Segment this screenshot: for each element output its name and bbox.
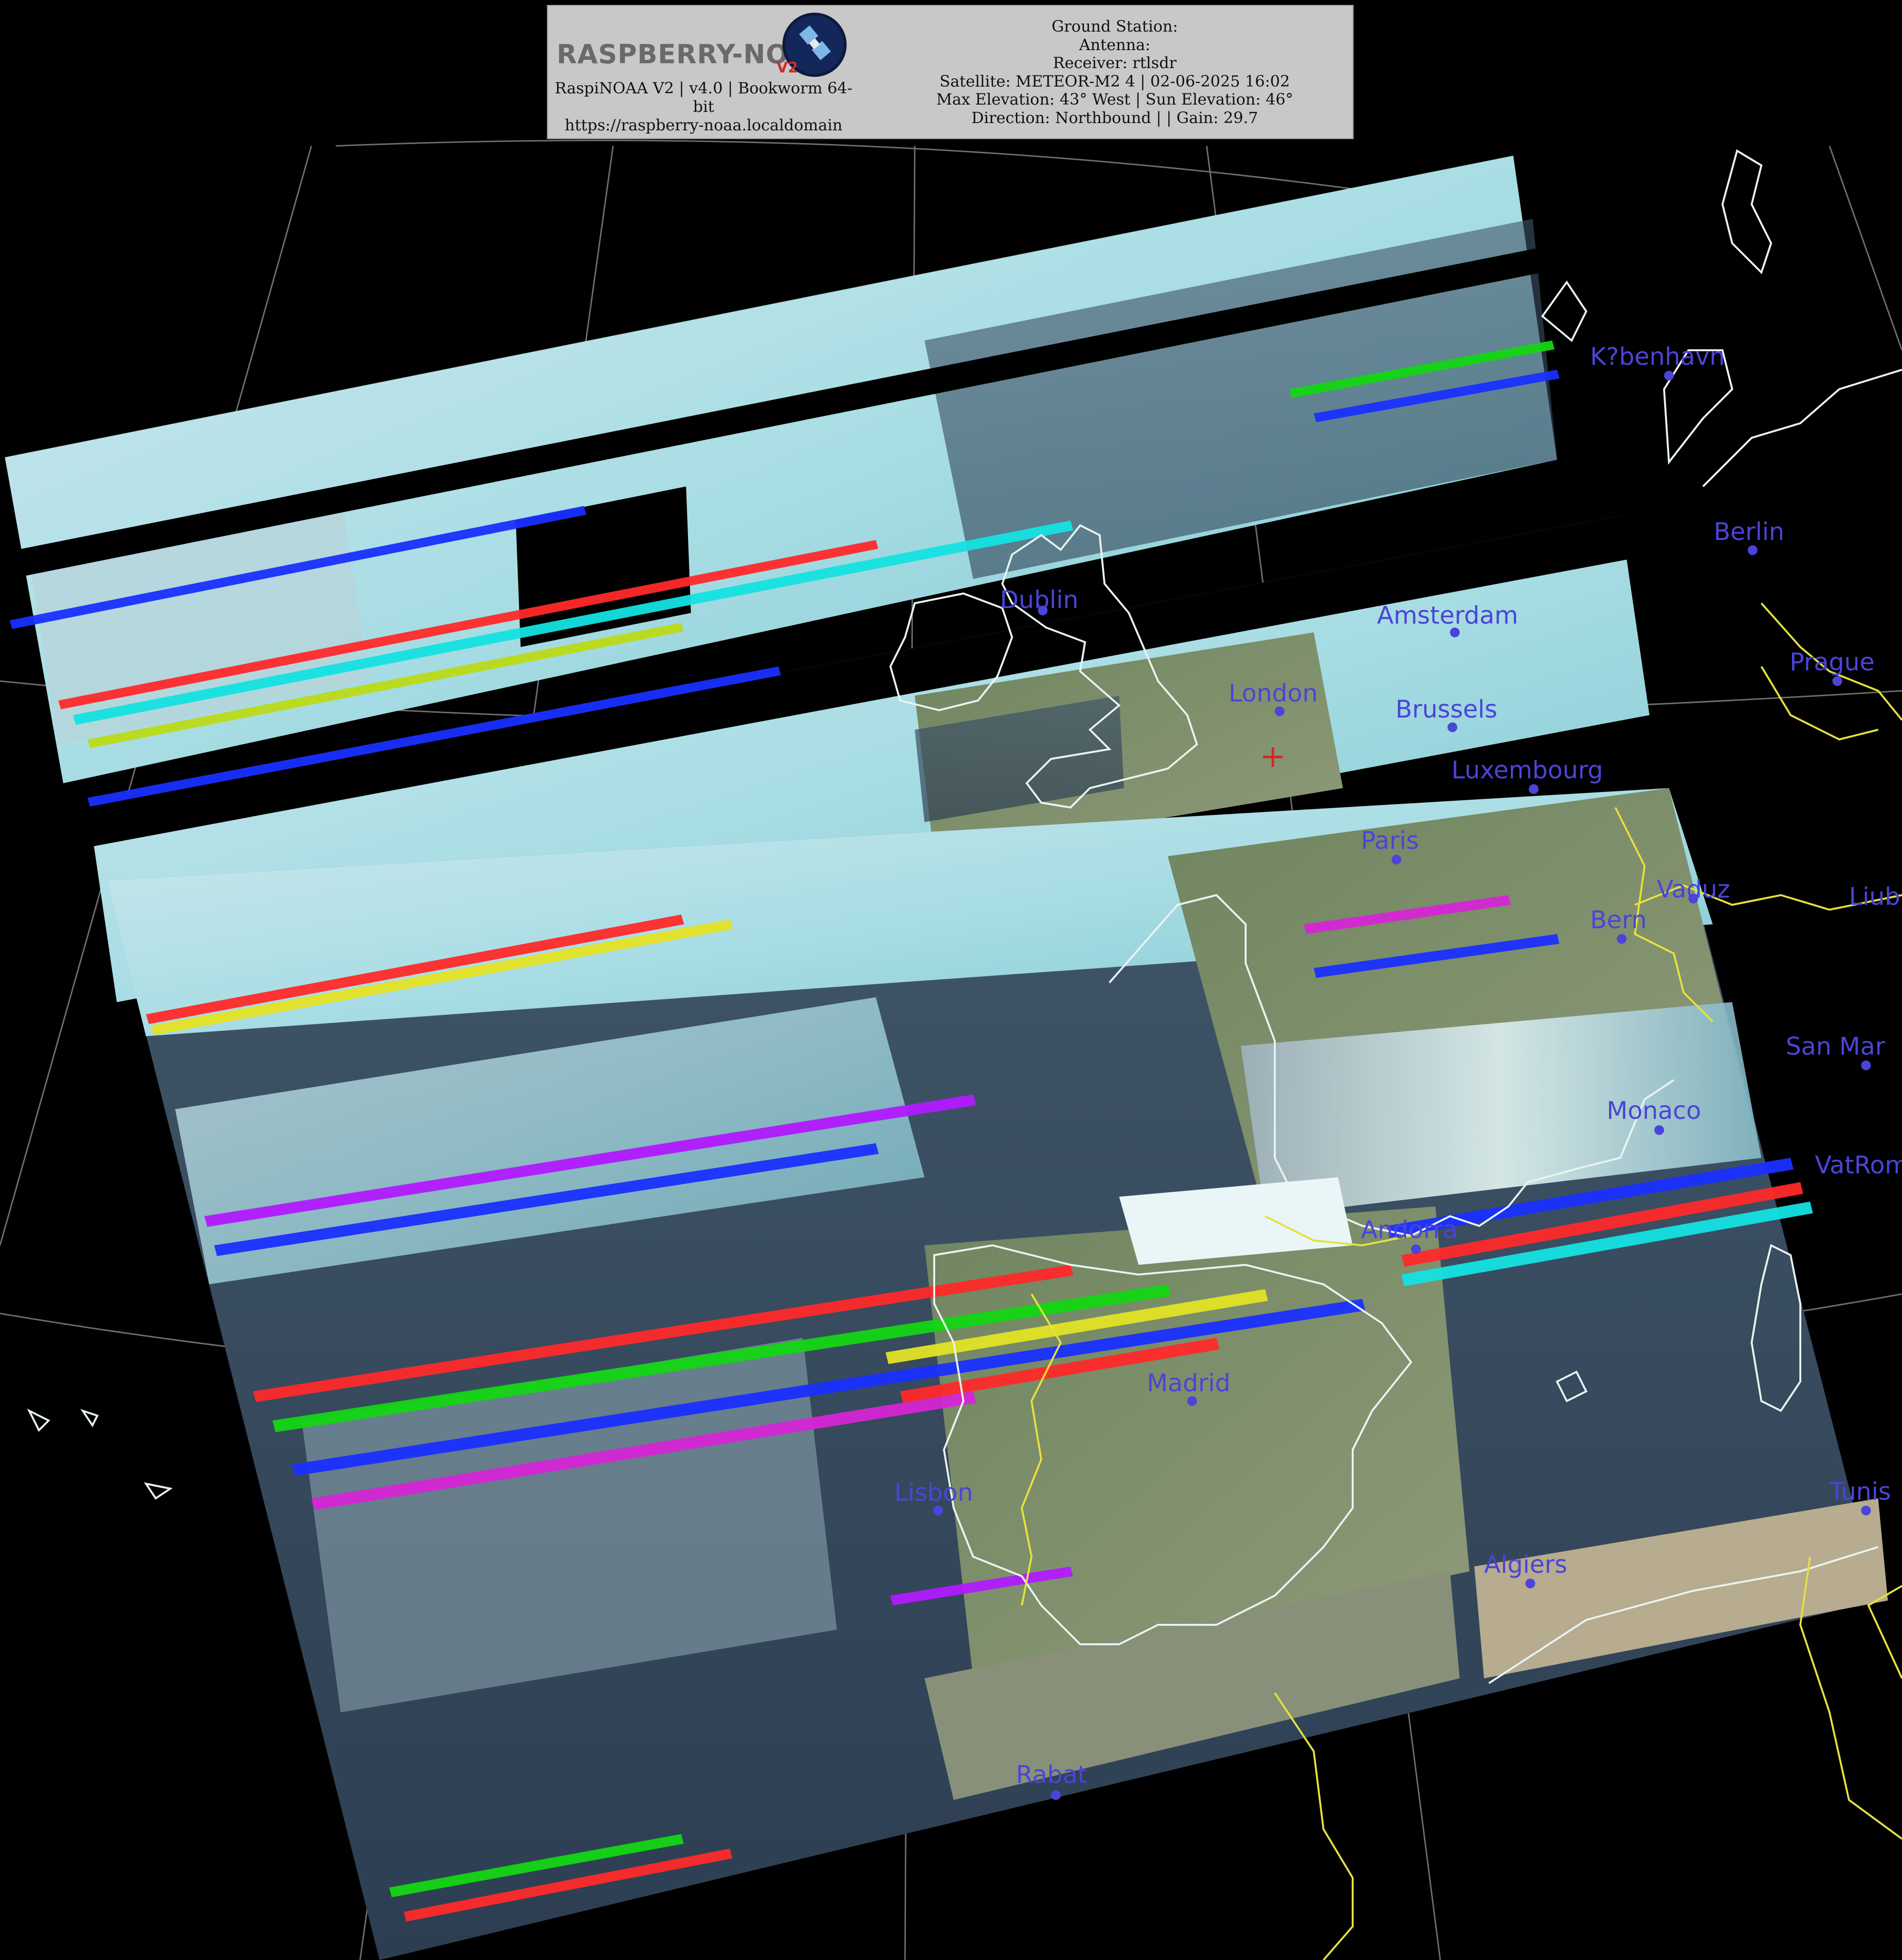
city-marker: Dublin [1000, 586, 1078, 615]
city-label: Amsterdam [1377, 601, 1518, 629]
city-label: Rabat [1016, 1761, 1087, 1789]
city-label: Madrid [1147, 1369, 1231, 1397]
logo-version: V2 [777, 59, 798, 76]
city-marker: San Mar [1786, 1032, 1885, 1070]
city-label: K?benhavn [1590, 342, 1725, 371]
city-marker: Luxembourg [1451, 756, 1603, 794]
city-marker: K?benhavn [1590, 342, 1725, 380]
antenna-line: Antenna: [1079, 35, 1151, 54]
city-label: Andorra [1361, 1216, 1458, 1244]
city-marker: Vaduz [1657, 875, 1730, 903]
city-label: Vaduz [1657, 875, 1730, 903]
city-label: Lisbon [894, 1478, 973, 1507]
city-marker: VatRom [1815, 1151, 1902, 1179]
city-marker: Prague [1790, 648, 1875, 686]
pass-details: Ground Station: Antenna: Receiver: rtlsd… [888, 17, 1341, 127]
city-label: Bern [1590, 906, 1647, 934]
city-label: Liub [1849, 882, 1900, 911]
city-label: Paris [1361, 827, 1419, 855]
city-marker: Berlin [1714, 518, 1784, 555]
city-label: Monaco [1607, 1097, 1701, 1125]
city-label: Prague [1790, 648, 1875, 676]
station-url: https://raspberry-noaa.localdomain [564, 116, 843, 134]
city-label: Luxembourg [1451, 756, 1603, 784]
app-version-line: RaspiNOAA V2 | v4.0 | Bookworm 64-bit [555, 79, 852, 116]
satellite-map: K?benhavn Berlin Dublin Amsterdam Prague… [0, 140, 1902, 1960]
city-label: VatRom [1815, 1151, 1902, 1179]
city-label: Dublin [1000, 586, 1078, 614]
raspberry-noaa-logo: RASPBERRY-NOAA V2 [552, 11, 853, 79]
direction-line: Direction: Northbound | | Gain: 29.7 [971, 108, 1258, 127]
city-label: Brussels [1395, 695, 1497, 723]
city-label: Tunis [1829, 1477, 1891, 1506]
elevation-line: Max Elevation: 43° West | Sun Elevation:… [936, 90, 1293, 108]
receiver-line: Receiver: rtlsdr [1053, 54, 1177, 72]
satellite-line: Satellite: METEOR-M2 4 | 02-06-2025 16:0… [940, 72, 1290, 90]
app-info: RaspiNOAA V2 | v4.0 | Bookworm 64-bit ht… [548, 79, 859, 134]
city-label: Berlin [1714, 518, 1784, 546]
city-label: Algiers [1484, 1550, 1567, 1579]
city-label: London [1229, 679, 1318, 707]
ground-station-line: Ground Station: [1051, 17, 1178, 36]
pass-info-header: RASPBERRY-NOAA V2 RaspiNOAA V2 | v4.0 | … [547, 5, 1354, 139]
city-label: San Mar [1786, 1032, 1885, 1061]
city-marker: Liub [1849, 882, 1900, 911]
